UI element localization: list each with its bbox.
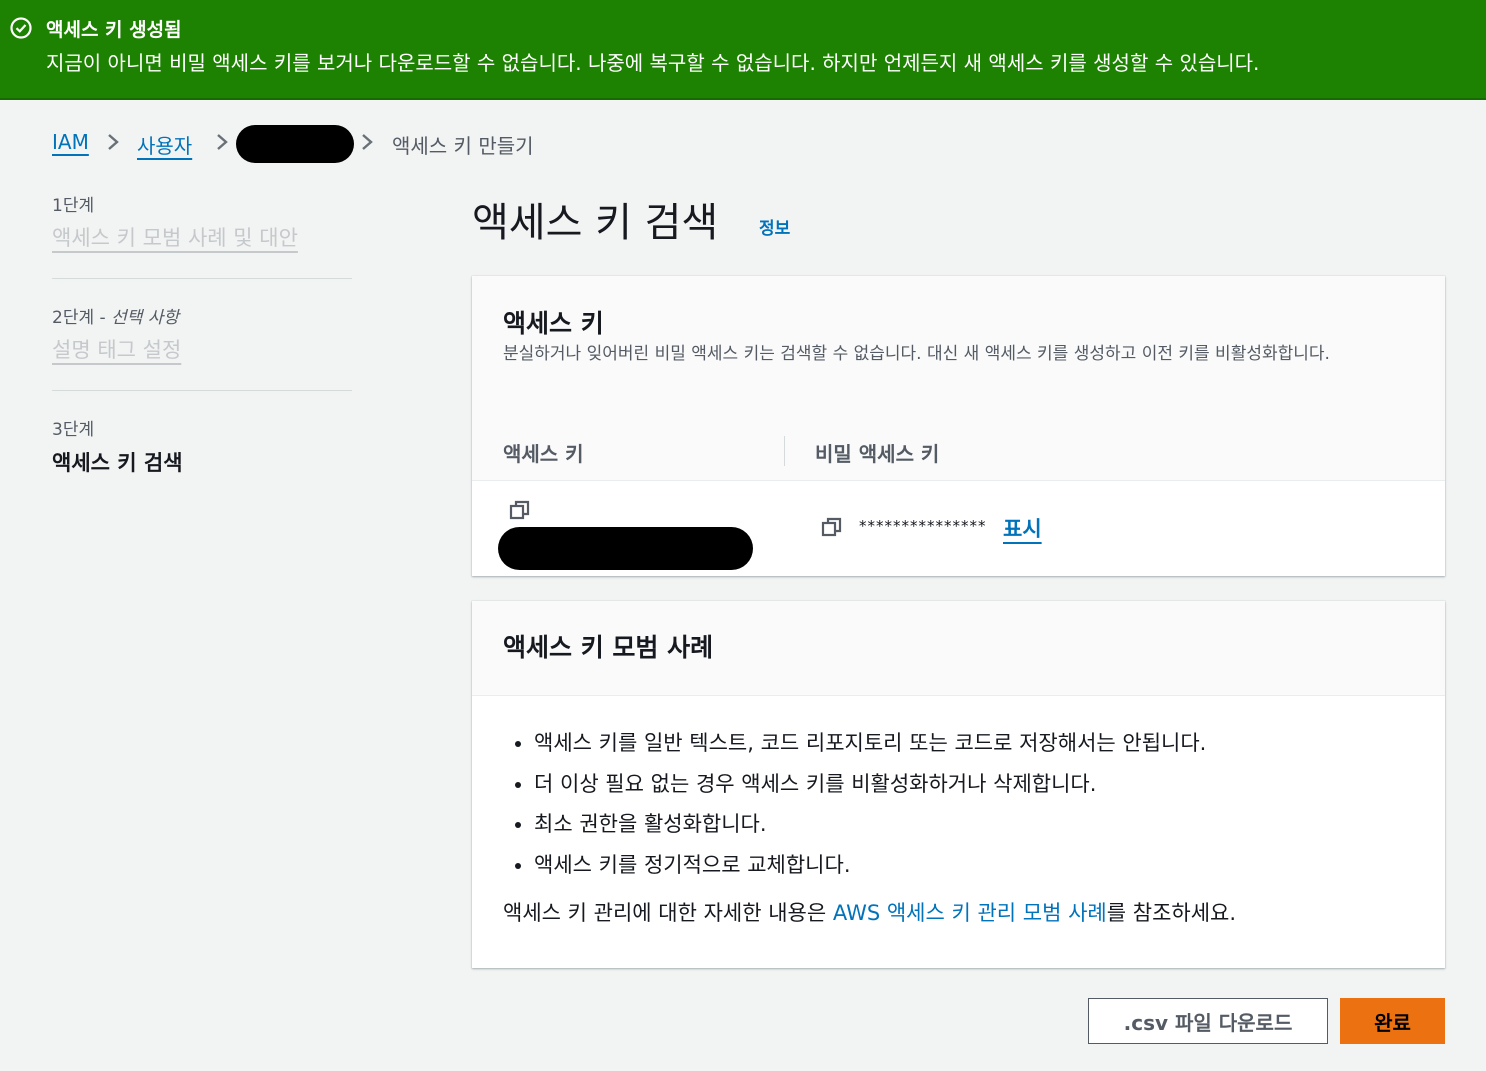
step-2-number-text: 2단계 — [52, 308, 95, 328]
success-flashbar: 액세스 키 생성됨 지금이 아니면 비밀 액세스 키를 보거나 다운로드할 수 … — [0, 0, 1486, 100]
redacted-access-key — [498, 527, 753, 570]
col-secret-key: 비밀 액세스 키 — [815, 442, 940, 466]
column-separator — [784, 436, 785, 466]
flash-message: 지금이 아니면 비밀 액세스 키를 보거나 다운로드할 수 없습니다. 나중에 … — [46, 51, 1260, 75]
best-practices-list: 액세스 키를 일반 텍스트, 코드 리포지토리 또는 코드로 저장해서는 안됩니… — [510, 727, 1206, 889]
ref-prefix: 액세스 키 관리에 대한 자세한 내용은 — [503, 901, 833, 925]
best-practices-link[interactable]: AWS 액세스 키 관리 모범 사례 — [833, 901, 1107, 925]
step-2-optional: 선택 사항 — [111, 308, 180, 328]
list-item: 액세스 키를 정기적으로 교체합니다. — [534, 849, 1206, 890]
breadcrumb-users[interactable]: 사용자 — [137, 130, 192, 159]
ref-suffix: 를 참조하세요. — [1106, 901, 1237, 925]
redacted-username[interactable] — [236, 125, 354, 163]
reference-text: 액세스 키 관리에 대한 자세한 내용은 AWS 액세스 키 관리 모범 사례를… — [503, 897, 1236, 927]
list-item: 액세스 키를 일반 텍스트, 코드 리포지토리 또는 코드로 저장해서는 안됩니… — [534, 727, 1206, 768]
download-csv-button[interactable]: .csv 파일 다운로드 — [1088, 998, 1328, 1044]
info-link[interactable]: 정보 — [759, 214, 790, 239]
card-title: 액세스 키 모범 사례 — [503, 633, 714, 662]
step-1-link[interactable]: 액세스 키 모범 사례 및 대안 — [52, 222, 298, 252]
card-title: 액세스 키 — [503, 309, 604, 338]
page-title: 액세스 키 검색 — [472, 200, 719, 246]
chevron-right-icon — [108, 134, 119, 150]
divider — [52, 278, 352, 279]
secret-key-masked: *************** — [859, 517, 987, 535]
card-header: 액세스 키 분실하거나 잊어버린 비밀 액세스 키는 검색할 수 없습니다. 대… — [472, 276, 1445, 423]
flash-title: 액세스 키 생성됨 — [46, 19, 182, 41]
step-2-link[interactable]: 설명 태그 설정 — [52, 334, 181, 364]
chevron-right-icon — [217, 134, 228, 150]
card-header: 액세스 키 모범 사례 — [472, 601, 1445, 696]
done-button[interactable]: 완료 — [1340, 998, 1445, 1044]
list-item: 최소 권한을 활성화합니다. — [534, 808, 1206, 849]
step-3-number: 3단계 — [52, 420, 95, 440]
card-description: 분실하거나 잊어버린 비밀 액세스 키는 검색할 수 없습니다. 대신 새 액세… — [503, 344, 1330, 364]
breadcrumb-current: 액세스 키 만들기 — [392, 134, 534, 158]
list-item: 더 이상 필요 없는 경우 액세스 키를 비활성화하거나 삭제합니다. — [534, 768, 1206, 809]
table-header — [472, 422, 1445, 481]
show-secret-link[interactable]: 표시 — [1003, 513, 1042, 543]
check-circle-icon — [10, 17, 32, 39]
col-access-key: 액세스 키 — [503, 442, 584, 466]
chevron-right-icon — [362, 134, 373, 150]
step-1-number: 1단계 — [52, 196, 95, 216]
divider — [52, 390, 352, 391]
breadcrumb-iam[interactable]: IAM — [52, 130, 89, 154]
step-2-number: 2단계 - 선택 사항 — [52, 308, 180, 328]
copy-icon[interactable] — [821, 516, 843, 538]
step-3-current: 액세스 키 검색 — [52, 451, 183, 475]
copy-icon[interactable] — [509, 499, 531, 521]
